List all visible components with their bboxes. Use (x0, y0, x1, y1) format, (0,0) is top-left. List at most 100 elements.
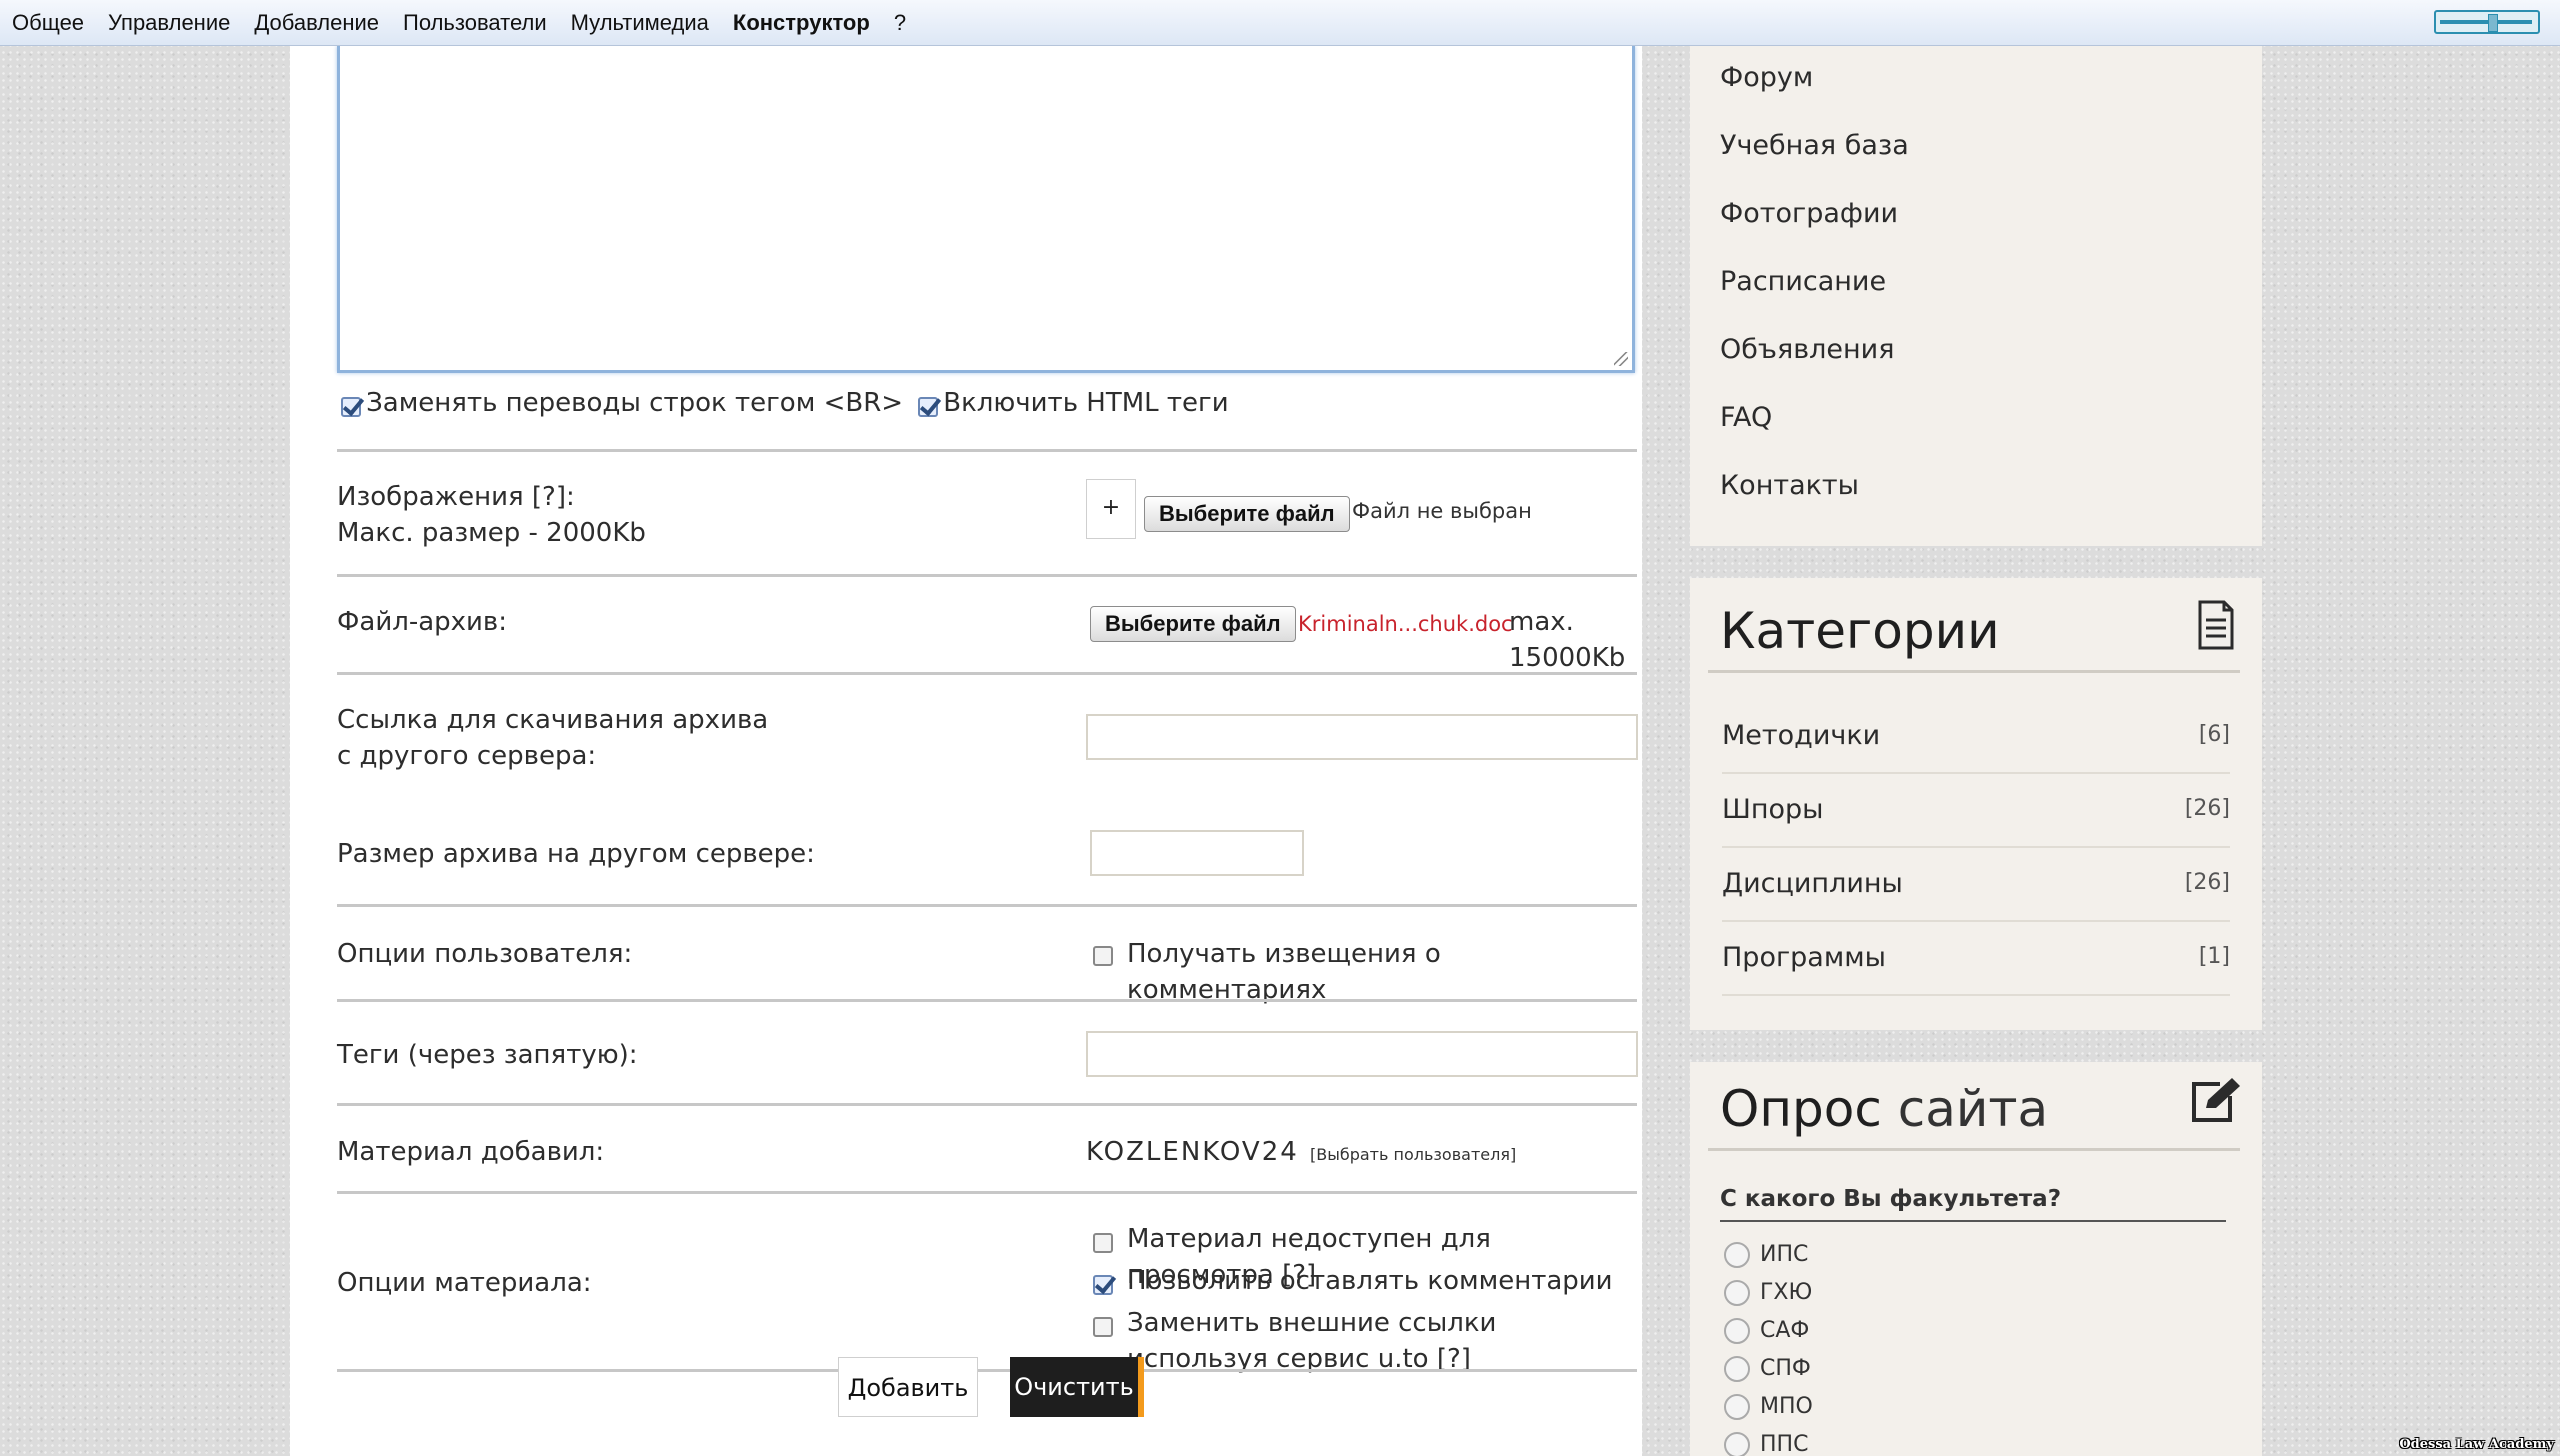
archive-file-name: Kriminaln...chuk.doc (1298, 612, 1513, 636)
resize-grip-icon[interactable] (1614, 352, 1628, 366)
title-underline (1708, 670, 2240, 673)
divider (337, 449, 1637, 452)
clear-button[interactable]: Очистить (1010, 1357, 1144, 1417)
menu-adding[interactable]: Добавление (254, 10, 379, 36)
material-options-label: Опции материала: (337, 1268, 592, 1298)
download-link-input[interactable] (1086, 714, 1638, 760)
menu-general[interactable]: Общее (12, 10, 84, 36)
no-file-text: Файл не выбран (1352, 499, 1532, 523)
radio-button[interactable] (1724, 1318, 1750, 1344)
added-by-row: Материал добавил: KOZLENKOV24 [Выбрать п… (337, 1134, 1637, 1174)
radio-button[interactable] (1724, 1280, 1750, 1306)
category-name: Шпоры (1722, 794, 1824, 825)
category-item[interactable]: Методички [6] (1722, 700, 2230, 774)
user-options-row: Опции пользователя: Получать извещения о… (337, 936, 1637, 1005)
nav-photos[interactable]: Фотографии (1720, 198, 1898, 229)
added-by-user: KOZLENKOV24 (1086, 1137, 1299, 1167)
br-checkbox[interactable] (341, 396, 361, 417)
poll-option[interactable]: САФ (1724, 1318, 1809, 1344)
choose-user-link[interactable]: [Выбрать пользователя] (1310, 1145, 1516, 1164)
tags-input[interactable] (1086, 1031, 1638, 1077)
unavailable-checkbox[interactable] (1093, 1233, 1113, 1253)
watermark: Odessa Law Academy (2399, 1437, 2554, 1452)
categories-panel: Категории Методички [6] Шпоры [26] Дисци… (1690, 578, 2262, 1030)
archive-size-input[interactable] (1090, 830, 1304, 876)
divider (337, 904, 1637, 907)
download-link-label: Ссылка для скачивания архива с другого с… (337, 705, 769, 771)
divider (337, 1103, 1637, 1106)
poll-question: С какого Вы факультета? (1720, 1186, 2062, 1212)
question-underline (1720, 1220, 2226, 1222)
poll-option[interactable]: ППС (1724, 1432, 1808, 1456)
choose-image-button[interactable]: Выберите файл (1144, 496, 1350, 532)
poll-option[interactable]: МПО (1724, 1394, 1813, 1420)
message-textarea[interactable] (337, 46, 1635, 373)
admin-menu-bar: Общее Управление Добавление Пользователи… (0, 0, 2560, 46)
poll-option[interactable]: ИПС (1724, 1242, 1808, 1268)
menu-multimedia[interactable]: Мультимедиа (571, 10, 709, 36)
menu-constructor[interactable]: Конструктор (733, 10, 870, 36)
divider (337, 1191, 1637, 1194)
title-underline (1708, 1148, 2240, 1151)
poll-option[interactable]: СПФ (1724, 1356, 1811, 1382)
category-item[interactable]: Программы [1] (1722, 922, 2230, 996)
br-label: Заменять переводы строк тегом <BR> (366, 388, 904, 418)
category-name: Методички (1722, 720, 1881, 751)
radio-button[interactable] (1724, 1242, 1750, 1268)
poll-title: Опрос сайта (1720, 1080, 2048, 1138)
category-count: [1] (2198, 944, 2230, 969)
add-image-button[interactable]: + (1086, 479, 1136, 539)
divider (337, 1369, 1637, 1372)
add-button[interactable]: Добавить (838, 1357, 978, 1417)
main-content: Заменять переводы строк тегом <BR> Включ… (290, 46, 1642, 1456)
nav-faq[interactable]: FAQ (1720, 402, 1772, 433)
poll-option[interactable]: ГХЮ (1724, 1280, 1812, 1306)
added-by-label: Материал добавил: (337, 1137, 605, 1167)
category-count: [26] (2184, 796, 2230, 821)
replace-links-label: Заменить внешние ссылки используя сервис… (1127, 1308, 1497, 1374)
nav-announcements[interactable]: Объявления (1720, 334, 1894, 365)
comments-checkbox[interactable] (1093, 1275, 1113, 1295)
tags-row: Теги (через запятую): (337, 1031, 1638, 1081)
user-options-label: Опции пользователя: (337, 939, 633, 969)
divider (337, 672, 1637, 675)
poll-title-rest: сайта (1897, 1080, 2049, 1138)
document-icon (2198, 600, 2234, 650)
category-name: Дисциплины (1722, 868, 1903, 899)
edit-icon (2192, 1078, 2240, 1122)
choose-archive-button[interactable]: Выберите файл (1090, 606, 1296, 642)
divider (337, 999, 1637, 1002)
notify-checkbox[interactable] (1093, 946, 1113, 966)
nav-forum[interactable]: Форум (1720, 62, 1813, 93)
radio-button[interactable] (1724, 1394, 1750, 1420)
category-item[interactable]: Шпоры [26] (1722, 774, 2230, 848)
archive-max-size: max. 15000Kb (1509, 607, 1626, 673)
replace-links-checkbox[interactable] (1093, 1317, 1113, 1337)
nav-schedule[interactable]: Расписание (1720, 266, 1886, 297)
poll-title-strong: Опрос (1720, 1080, 1882, 1138)
nav-contacts[interactable]: Контакты (1720, 470, 1859, 501)
poll-panel: Опрос сайта С какого Вы факультета? ИПС … (1690, 1062, 2262, 1456)
category-count: [6] (2198, 722, 2230, 747)
html-checkbox[interactable] (918, 396, 939, 417)
toolbar-slider[interactable] (2434, 10, 2540, 34)
menu-management[interactable]: Управление (108, 10, 230, 36)
html-label: Включить HTML теги (943, 388, 1229, 418)
text-options-row: Заменять переводы строк тегом <BR> Включ… (337, 385, 1637, 421)
tags-label: Теги (через запятую): (337, 1040, 638, 1070)
material-options-row: Опции материала: Материал недоступен для… (337, 1221, 1637, 1374)
nav-study-base[interactable]: Учебная база (1720, 130, 1909, 161)
menu-users[interactable]: Пользователи (403, 10, 547, 36)
category-item[interactable]: Дисциплины [26] (1722, 848, 2230, 922)
radio-button[interactable] (1724, 1432, 1750, 1456)
comments-label: Позволить оставлять комментарии (1127, 1266, 1613, 1296)
categories-title: Категории (1720, 602, 2000, 660)
radio-button[interactable] (1724, 1356, 1750, 1382)
notify-label: Получать извещения о комментариях (1127, 939, 1441, 1005)
category-name: Программы (1722, 942, 1886, 973)
divider (337, 574, 1637, 577)
menu-help[interactable]: ? (894, 10, 906, 36)
nav-panel: Форум Учебная база Фотографии Расписание… (1690, 46, 2262, 546)
external-link-row: Ссылка для скачивания архива с другого с… (337, 702, 1638, 877)
archive-row: Файл-архив: Выберите файл Kriminaln...ch… (337, 604, 1637, 673)
